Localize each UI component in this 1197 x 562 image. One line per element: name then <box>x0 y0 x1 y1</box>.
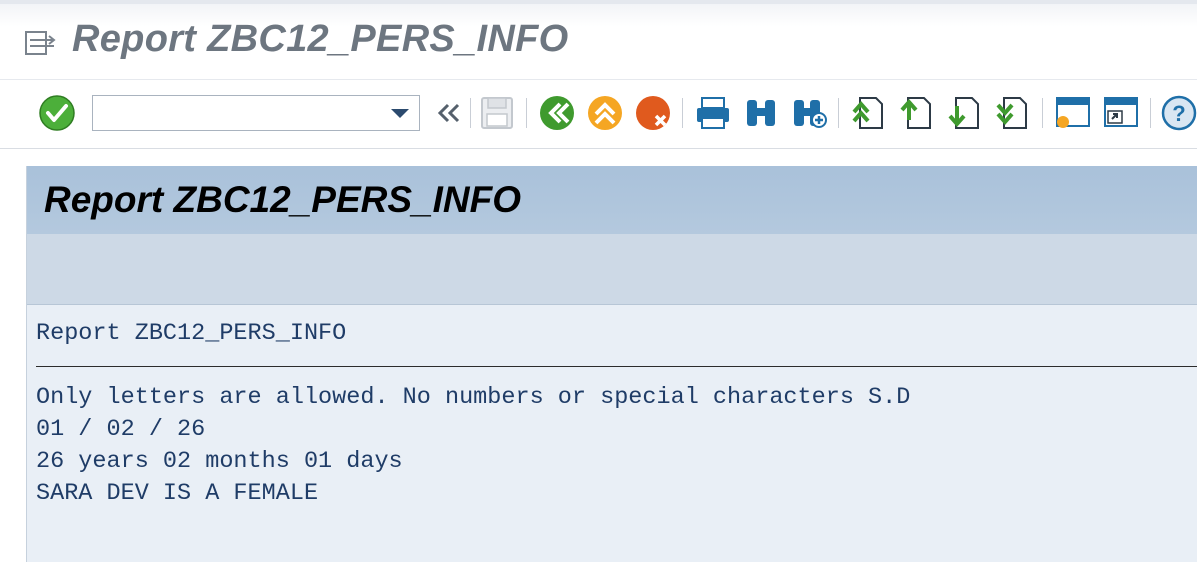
shortcut-button[interactable] <box>1102 94 1140 132</box>
toolbar-separator <box>682 98 683 128</box>
previous-page-button[interactable] <box>898 94 936 132</box>
create-session-icon <box>1056 97 1090 128</box>
list-item: 01 / 02 / 26 <box>36 416 206 443</box>
find-icon <box>747 100 775 126</box>
save-icon <box>481 97 513 129</box>
find-next-button[interactable] <box>790 94 828 132</box>
find-button[interactable] <box>742 94 780 132</box>
window-title: Report ZBC12_PERS_INFO <box>72 18 569 60</box>
report-title: Report ZBC12_PERS_INFO <box>44 179 521 220</box>
back-button[interactable] <box>538 94 576 132</box>
list-header-divider <box>36 366 1197 367</box>
list-item: 26 years 02 months 01 days <box>36 448 403 475</box>
list-output: Report ZBC12_PERS_INFO Only letters are … <box>27 304 1197 562</box>
exit-icon <box>588 96 622 130</box>
application-toolbar <box>27 234 1197 305</box>
list-item: SARA DEV IS A FEMALE <box>36 480 319 507</box>
shortcut-icon <box>1104 97 1138 127</box>
double-chevron-left-icon <box>437 103 460 123</box>
report-output-area: Report ZBC12_PERS_INFO Report ZBC12_PERS… <box>26 166 1197 562</box>
report-title-bar: Report ZBC12_PERS_INFO <box>27 166 1197 235</box>
list-header: Report ZBC12_PERS_INFO <box>36 320 347 347</box>
save-button[interactable] <box>478 94 516 132</box>
toolbar-separator <box>838 98 839 128</box>
previous-page-icon <box>900 97 931 129</box>
help-button[interactable]: ? <box>1160 94 1197 132</box>
next-page-icon <box>948 97 979 129</box>
enter-icon <box>39 95 75 131</box>
menu-icon[interactable] <box>24 28 58 58</box>
enter-button[interactable] <box>38 94 76 132</box>
command-input[interactable] <box>93 96 391 132</box>
list-item: Only letters are allowed. No numbers or … <box>36 384 911 411</box>
last-page-icon <box>996 97 1027 129</box>
find-next-icon <box>794 100 827 128</box>
print-icon <box>697 97 729 129</box>
cancel-button[interactable] <box>634 94 672 132</box>
back-icon <box>540 96 574 130</box>
last-page-button[interactable] <box>994 94 1032 132</box>
command-history-toggle[interactable] <box>430 94 468 132</box>
title-bar: Report ZBC12_PERS_INFO <box>0 0 1197 80</box>
print-button[interactable] <box>694 94 732 132</box>
help-icon: ? <box>1161 95 1197 131</box>
toolbar-separator <box>526 98 527 128</box>
command-field[interactable] <box>92 95 420 132</box>
chevron-down-icon[interactable] <box>391 109 409 118</box>
cancel-icon <box>636 96 670 130</box>
toolbar-separator <box>470 98 471 128</box>
create-session-button[interactable] <box>1054 94 1092 132</box>
standard-toolbar: ? <box>0 80 1197 149</box>
svg-text:?: ? <box>1172 101 1185 126</box>
next-page-button[interactable] <box>946 94 984 132</box>
first-page-icon <box>852 97 883 129</box>
exit-button[interactable] <box>586 94 624 132</box>
toolbar-separator <box>1042 98 1043 128</box>
toolbar-separator <box>1150 98 1151 128</box>
first-page-button[interactable] <box>850 94 888 132</box>
